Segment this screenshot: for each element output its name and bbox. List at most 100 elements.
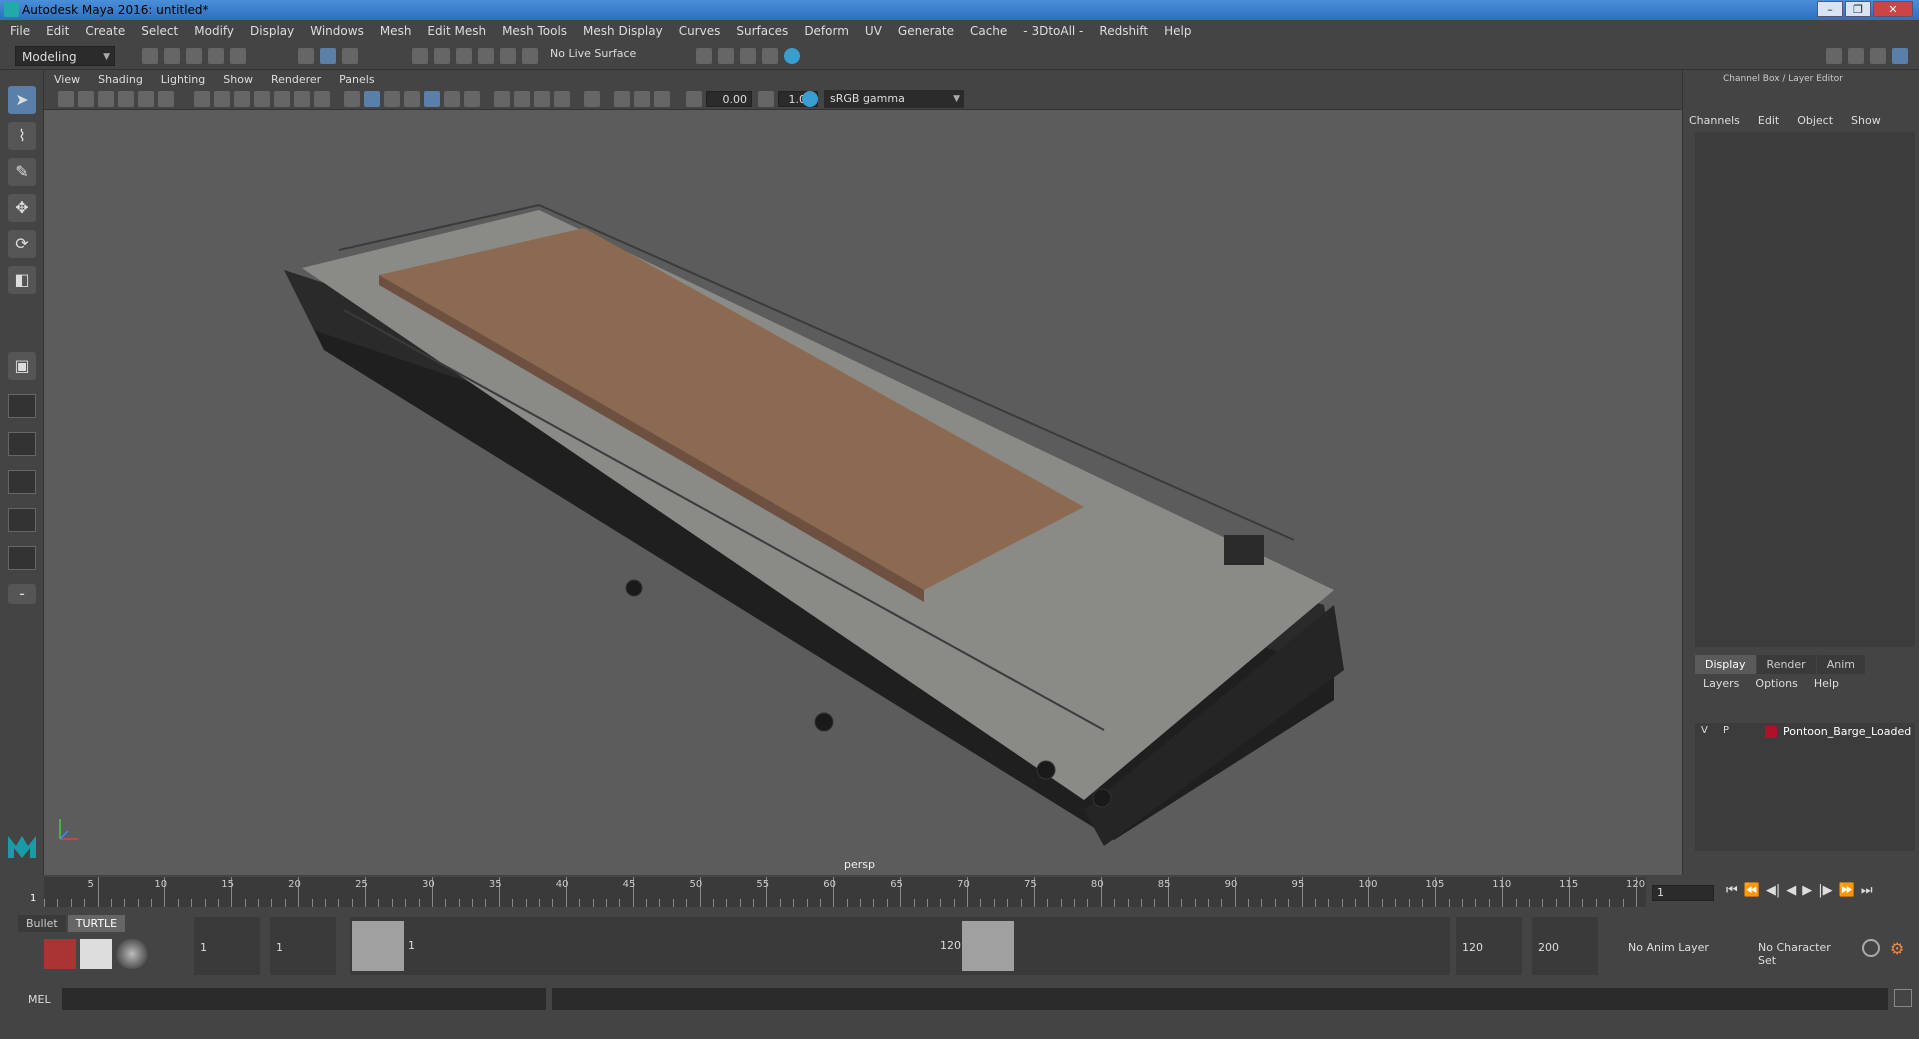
menu-select[interactable]: Select bbox=[141, 24, 178, 38]
outliner-persp-graph-layout-icon[interactable] bbox=[8, 508, 36, 532]
viewport-menu-renderer[interactable]: Renderer bbox=[271, 73, 321, 86]
resolution-gate-icon[interactable] bbox=[234, 91, 250, 107]
go-to-start-icon[interactable]: ⏮ bbox=[1726, 883, 1738, 898]
shelf-tab-turtle[interactable]: TURTLE bbox=[67, 915, 126, 932]
start-time-field[interactable]: 1 bbox=[194, 917, 260, 975]
channelbox-menu-object[interactable]: Object bbox=[1797, 114, 1833, 127]
smooth-shade-icon[interactable] bbox=[364, 91, 380, 107]
xray-active-icon[interactable] bbox=[634, 91, 650, 107]
safe-action-icon[interactable] bbox=[294, 91, 310, 107]
select-tool-icon[interactable]: ➤ bbox=[8, 86, 36, 114]
snap-view-plane-icon[interactable] bbox=[478, 48, 494, 64]
select-component-icon[interactable] bbox=[342, 48, 358, 64]
menu-edit-mesh[interactable]: Edit Mesh bbox=[427, 24, 486, 38]
motion-blur-icon[interactable] bbox=[514, 91, 530, 107]
lasso-tool-icon[interactable]: ⌇ bbox=[8, 122, 36, 150]
layer-tab-display[interactable]: Display bbox=[1695, 655, 1756, 674]
persp-outliner-layout-icon[interactable] bbox=[8, 432, 36, 456]
preferences-icon[interactable]: ⚙ bbox=[1890, 939, 1908, 958]
command-input[interactable] bbox=[62, 988, 546, 1010]
field-chart-icon[interactable] bbox=[274, 91, 290, 107]
menu-redshift[interactable]: Redshift bbox=[1099, 24, 1148, 38]
snap-point-icon[interactable] bbox=[456, 48, 472, 64]
step-forward-frame-icon[interactable]: |▶ bbox=[1818, 883, 1832, 898]
shadows-icon[interactable] bbox=[464, 91, 480, 107]
gate-mask-icon[interactable] bbox=[254, 91, 270, 107]
render-view-icon[interactable] bbox=[696, 48, 712, 64]
playback-start-field[interactable]: 1 bbox=[270, 917, 336, 975]
channelbox-menu-edit[interactable]: Edit bbox=[1758, 114, 1779, 127]
playback-end-field[interactable]: 120 bbox=[1456, 917, 1522, 975]
viewport-menu-view[interactable]: View bbox=[54, 73, 80, 86]
time-slider[interactable]: 1 5 10 15 20 25 30 35 40 45 50 55 60 65 70 75 80 85 90 95 1… bbox=[0, 875, 1919, 911]
range-slider-bar[interactable]: 1 120 bbox=[350, 917, 1450, 975]
menu-mesh[interactable]: Mesh bbox=[380, 24, 412, 38]
save-scene-icon[interactable] bbox=[186, 48, 202, 64]
viewport-menu-shading[interactable]: Shading bbox=[98, 73, 143, 86]
shelf-sphere-icon[interactable] bbox=[116, 939, 148, 969]
undo-icon[interactable] bbox=[208, 48, 224, 64]
auto-key-icon[interactable] bbox=[1862, 939, 1880, 957]
viewport-menu-show[interactable]: Show bbox=[223, 73, 253, 86]
exposure-icon[interactable] bbox=[686, 91, 702, 107]
hypershade-persp-layout-icon[interactable] bbox=[8, 546, 36, 570]
menu-cache[interactable]: Cache bbox=[970, 24, 1007, 38]
camera-select-icon[interactable] bbox=[58, 91, 74, 107]
menu-generate[interactable]: Generate bbox=[898, 24, 954, 38]
layer-playback-toggle[interactable]: P bbox=[1723, 725, 1737, 736]
layer-tab-render[interactable]: Render bbox=[1756, 655, 1816, 674]
select-object-icon[interactable] bbox=[320, 48, 336, 64]
default-material-icon[interactable] bbox=[384, 91, 400, 107]
menu-mesh-display[interactable]: Mesh Display bbox=[583, 24, 663, 38]
menu-file[interactable]: File bbox=[10, 24, 30, 38]
snap-curve-icon[interactable] bbox=[434, 48, 450, 64]
more-layouts-button[interactable]: - bbox=[8, 584, 36, 604]
select-hierarchy-icon[interactable] bbox=[298, 48, 314, 64]
step-back-key-icon[interactable]: ⏪ bbox=[1744, 883, 1760, 898]
menu-curves[interactable]: Curves bbox=[679, 24, 721, 38]
menu-create[interactable]: Create bbox=[85, 24, 125, 38]
new-scene-icon[interactable] bbox=[142, 48, 158, 64]
shelf-tab-bullet[interactable]: Bullet bbox=[18, 915, 66, 932]
layer-list[interactable] bbox=[1695, 741, 1915, 851]
view-transform-dropdown[interactable]: sRGB gamma bbox=[824, 90, 964, 108]
menu-uv[interactable]: UV bbox=[865, 24, 882, 38]
channel-list[interactable] bbox=[1695, 132, 1915, 647]
menu-3dtoall[interactable]: - 3DtoAll - bbox=[1023, 24, 1083, 38]
range-start-handle[interactable] bbox=[352, 921, 404, 971]
current-frame-field[interactable]: 1 bbox=[1652, 885, 1714, 901]
render-current-frame-icon[interactable] bbox=[718, 48, 734, 64]
play-forward-icon[interactable]: ▶ bbox=[1802, 883, 1812, 898]
grease-pencil-icon[interactable] bbox=[158, 91, 174, 107]
scene-view[interactable] bbox=[44, 110, 1682, 875]
safe-title-icon[interactable] bbox=[314, 91, 330, 107]
viewport-menu-lighting[interactable]: Lighting bbox=[161, 73, 205, 86]
range-end-handle[interactable] bbox=[962, 921, 1014, 971]
minimize-button[interactable]: – bbox=[1817, 1, 1843, 17]
layer-menu-options[interactable]: Options bbox=[1755, 677, 1797, 690]
maximize-button[interactable]: ❐ bbox=[1845, 1, 1871, 17]
step-back-frame-icon[interactable]: ◀| bbox=[1766, 883, 1780, 898]
menu-windows[interactable]: Windows bbox=[310, 24, 364, 38]
menu-display[interactable]: Display bbox=[250, 24, 294, 38]
menu-mesh-tools[interactable]: Mesh Tools bbox=[502, 24, 567, 38]
xray-icon[interactable] bbox=[614, 91, 630, 107]
play-backward-icon[interactable]: ◀ bbox=[1786, 883, 1796, 898]
menu-set-dropdown[interactable]: Modeling bbox=[15, 46, 115, 67]
xray-joints-icon[interactable] bbox=[654, 91, 670, 107]
exposure-field[interactable]: 0.00 bbox=[706, 91, 752, 107]
ipr-render-icon[interactable] bbox=[740, 48, 756, 64]
textured-icon[interactable] bbox=[424, 91, 440, 107]
viewport-panel[interactable]: View Shading Lighting Show Renderer Pane… bbox=[44, 70, 1682, 875]
menu-edit[interactable]: Edit bbox=[46, 24, 69, 38]
menu-help[interactable]: Help bbox=[1164, 24, 1191, 38]
script-editor-icon[interactable] bbox=[1894, 989, 1912, 1007]
snap-grid-icon[interactable] bbox=[412, 48, 428, 64]
modeling-toolkit-icon[interactable] bbox=[1826, 48, 1842, 64]
wireframe-on-shaded-icon[interactable] bbox=[404, 91, 420, 107]
live-surface-label[interactable]: No Live Surface bbox=[550, 47, 636, 60]
wireframe-icon[interactable] bbox=[344, 91, 360, 107]
film-gate-icon[interactable] bbox=[214, 91, 230, 107]
snap-live-icon[interactable] bbox=[500, 48, 516, 64]
2d-pan-zoom-icon[interactable] bbox=[138, 91, 154, 107]
